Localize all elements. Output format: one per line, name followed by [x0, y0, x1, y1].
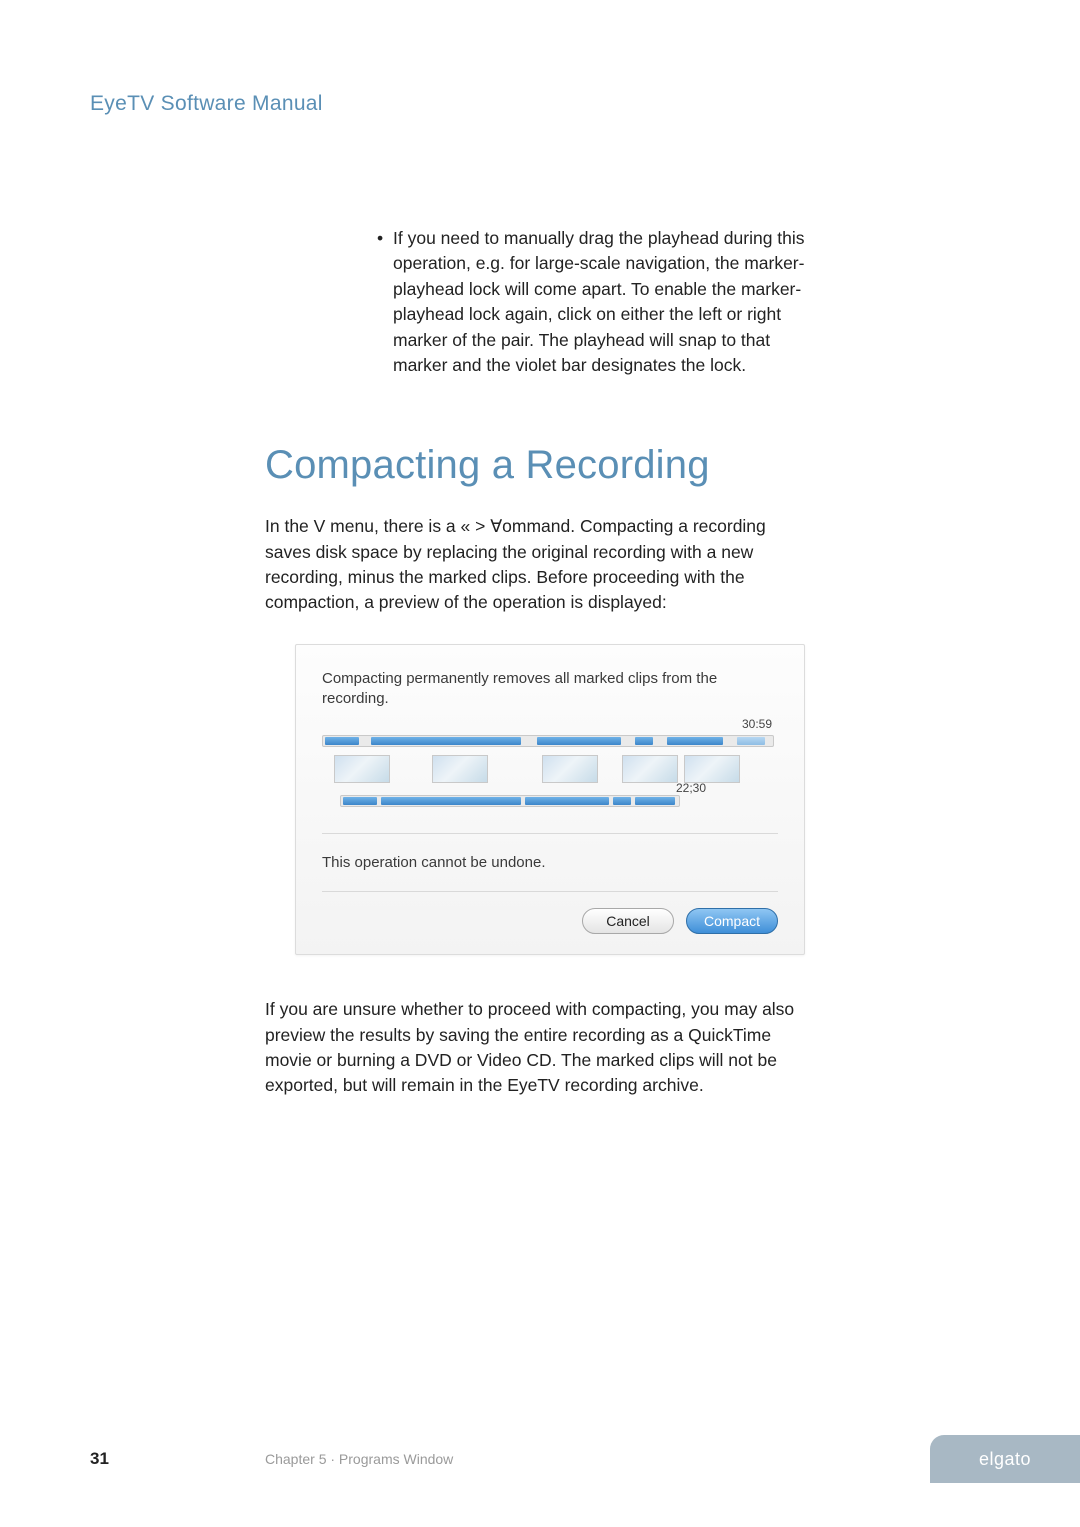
timeline-thumbnails: [322, 755, 774, 783]
timeline-preview: 30:59 22;30: [322, 731, 778, 809]
bullet-dot-icon: •: [377, 226, 393, 378]
thumbnail: [432, 755, 488, 783]
dialog-warning: This operation cannot be undone.: [322, 833, 778, 892]
intro-paragraph: In the V menu, there is a « > ∀ommand. C…: [265, 514, 810, 616]
chapter-label: Chapter 5 · Programs Window: [265, 1451, 453, 1467]
brand-tab: elgato: [930, 1435, 1080, 1483]
page-footer: 31 Chapter 5 · Programs Window elgato: [0, 1441, 1080, 1481]
timeline-original-track: [322, 735, 774, 747]
section-heading: Compacting a Recording: [265, 443, 810, 488]
thumbnail: [334, 755, 390, 783]
closing-paragraph: If you are unsure whether to proceed wit…: [265, 997, 810, 1099]
time-compacted-label: 22;30: [676, 781, 706, 795]
thumbnail: [684, 755, 740, 783]
compact-button[interactable]: Compact: [686, 908, 778, 934]
cancel-button[interactable]: Cancel: [582, 908, 674, 934]
page-number: 31: [90, 1449, 109, 1469]
compact-dialog: Compacting permanently removes all marke…: [295, 644, 805, 956]
thumbnail: [622, 755, 678, 783]
dialog-title: Compacting permanently removes all marke…: [322, 669, 778, 710]
page-content: • If you need to manually drag the playh…: [265, 226, 810, 1099]
timeline-compacted-track: [340, 795, 680, 807]
thumbnail: [542, 755, 598, 783]
time-total-label: 30:59: [742, 717, 772, 731]
bullet-text: If you need to manually drag the playhea…: [393, 226, 810, 378]
dialog-button-row: Cancel Compact: [322, 908, 778, 934]
manual-header-title: EyeTV Software Manual: [90, 92, 323, 116]
bullet-paragraph: • If you need to manually drag the playh…: [265, 226, 810, 378]
